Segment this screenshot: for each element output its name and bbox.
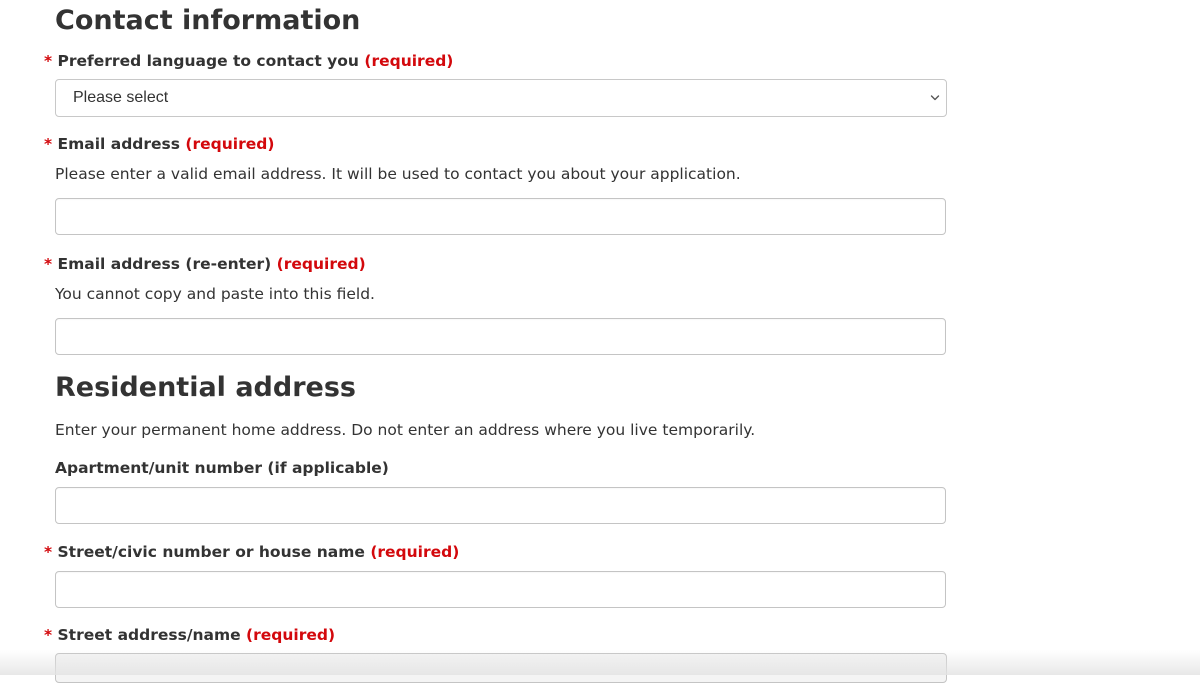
email-reenter-label: * Email address (re-enter) (required)	[44, 255, 366, 273]
email-reenter-field[interactable]	[55, 318, 946, 355]
required-indicator: (required)	[276, 255, 366, 273]
street-number-label: * Street/civic number or house name (req…	[44, 543, 459, 561]
required-indicator: (required)	[370, 543, 460, 561]
chevron-down-icon	[930, 95, 940, 101]
required-asterisk: *	[44, 52, 53, 70]
required-asterisk: *	[44, 543, 53, 561]
residential-address-intro: Enter your permanent home address. Do no…	[55, 421, 756, 439]
apartment-number-field[interactable]	[55, 487, 946, 524]
street-number-field[interactable]	[55, 571, 946, 608]
email-address-hint: Please enter a valid email address. It w…	[55, 165, 741, 183]
street-number-label-text: Street/civic number or house name	[57, 543, 365, 561]
residential-address-heading: Residential address	[55, 372, 356, 403]
required-asterisk: *	[44, 135, 53, 153]
email-address-label: * Email address (required)	[44, 135, 274, 153]
email-reenter-hint: You cannot copy and paste into this fiel…	[55, 285, 375, 303]
email-address-field[interactable]	[55, 198, 946, 235]
required-indicator: (required)	[364, 52, 454, 70]
contact-information-heading: Contact information	[55, 5, 361, 36]
application-form: Contact information * Preferred language…	[0, 0, 1200, 683]
preferred-language-label: * Preferred language to contact you (req…	[44, 52, 453, 70]
email-address-label-text: Email address	[57, 135, 180, 153]
street-name-label: * Street address/name (required)	[44, 626, 335, 644]
preferred-language-select[interactable]: Please select	[55, 79, 947, 117]
preferred-language-label-text: Preferred language to contact you	[57, 52, 359, 70]
required-indicator: (required)	[185, 135, 275, 153]
required-asterisk: *	[44, 255, 53, 273]
email-reenter-label-text: Email address (re-enter)	[57, 255, 272, 273]
preferred-language-selected-value: Please select	[73, 89, 169, 106]
required-asterisk: *	[44, 626, 53, 644]
street-name-field[interactable]	[55, 653, 947, 683]
required-indicator: (required)	[246, 626, 336, 644]
apartment-number-label: Apartment/unit number (if applicable)	[55, 459, 389, 477]
street-name-label-text: Street address/name	[57, 626, 241, 644]
